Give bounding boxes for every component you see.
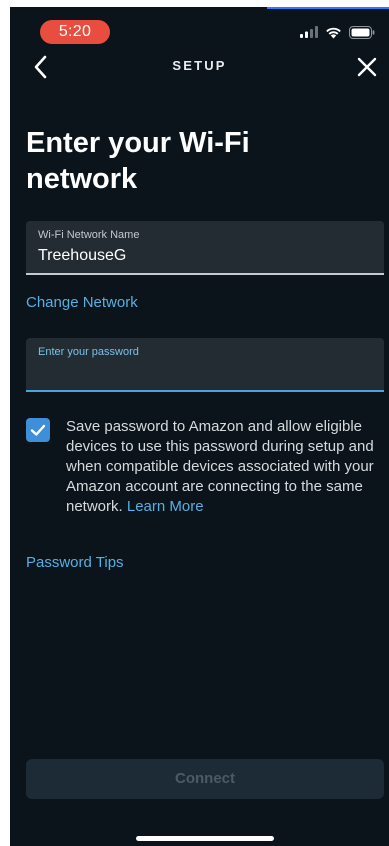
password-input[interactable] <box>36 362 376 388</box>
top-edge-line <box>267 7 389 9</box>
learn-more-link[interactable]: Learn More <box>127 498 204 515</box>
wifi-network-name-label: Wi-Fi Network Name <box>38 229 140 241</box>
password-field[interactable]: Enter your password <box>26 338 384 392</box>
battery-icon <box>349 25 375 39</box>
connect-button[interactable]: Connect <box>26 759 384 799</box>
status-time: 5:20 <box>40 20 110 44</box>
nav-title: SETUP <box>172 58 227 73</box>
save-password-text: Save password to Amazon and allow eligib… <box>66 417 384 517</box>
save-password-checkbox[interactable] <box>26 418 50 442</box>
home-indicator[interactable] <box>136 836 274 841</box>
wifi-icon <box>326 27 341 38</box>
wifi-network-name-field[interactable]: Wi-Fi Network Name TreehouseG <box>26 221 384 275</box>
status-icons <box>300 23 375 41</box>
checkmark-icon <box>30 424 46 436</box>
save-password-description: Save password to Amazon and allow eligib… <box>66 418 374 515</box>
app-screen: 5:20 SETUP Enter your Wi-Fi network Wi-F… <box>10 7 389 846</box>
wifi-network-name-value[interactable]: TreehouseG <box>38 247 126 265</box>
change-network-link[interactable]: Change Network <box>26 294 138 311</box>
page-title: Enter your Wi-Fi network <box>26 127 250 195</box>
password-label: Enter your password <box>38 346 139 358</box>
password-tips-link[interactable]: Password Tips <box>26 554 124 571</box>
cellular-signal-icon <box>300 26 318 38</box>
close-icon[interactable] <box>353 53 381 81</box>
